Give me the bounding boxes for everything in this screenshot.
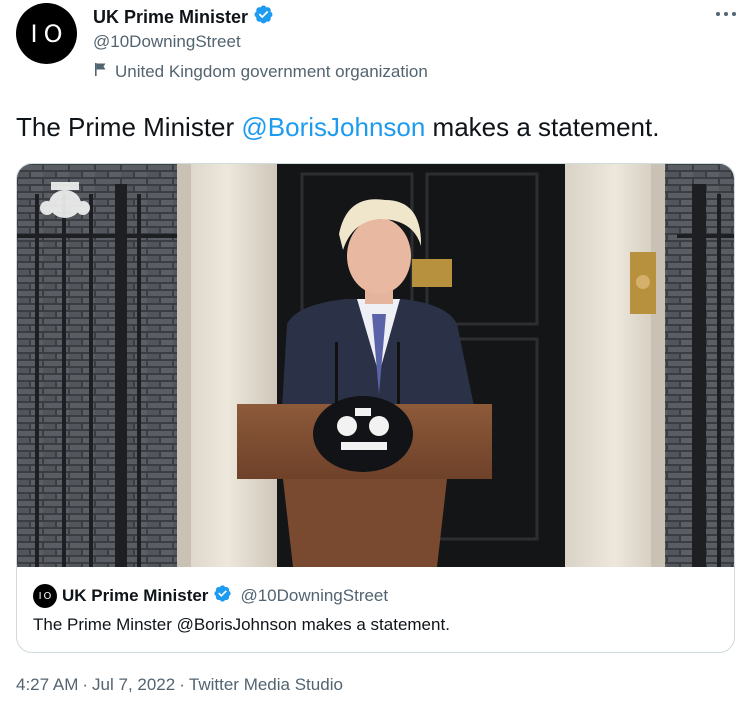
quoted-handle: @10DowningStreet <box>240 586 389 605</box>
tweet-source[interactable]: Twitter Media Studio <box>189 675 343 695</box>
tweet-time[interactable]: 4:27 AM <box>16 675 78 695</box>
avatar-logo-text: IO <box>30 19 69 48</box>
tweet-date[interactable]: Jul 7, 2022 <box>92 675 175 695</box>
quoted-author-avatar: IO <box>33 584 57 608</box>
tweet-text-after: makes a statement. <box>425 112 660 142</box>
quoted-avatar-logo-text: IO <box>38 590 54 602</box>
verified-badge-icon <box>253 4 274 30</box>
quoted-display-name: UK Prime Minister <box>62 586 209 605</box>
quoted-author-row: IO UK Prime Minister @10DowningStreet <box>33 584 388 608</box>
affiliation-label: United Kingdom government organization <box>93 61 428 82</box>
author-display-name[interactable]: UK Prime Minister <box>93 7 248 28</box>
media-card[interactable]: IO UK Prime Minister @10DowningStreet Th… <box>16 163 735 653</box>
verified-badge-icon <box>213 584 232 608</box>
flag-icon <box>93 61 109 82</box>
author-handle[interactable]: @10DowningStreet <box>93 32 241 52</box>
meta-separator: · <box>82 675 89 694</box>
affiliation-text: United Kingdom government organization <box>115 61 428 81</box>
more-options-icon[interactable] <box>712 2 740 26</box>
author-name-row: UK Prime Minister <box>93 4 274 30</box>
quoted-text: The Prime Minster @BorisJohnson makes a … <box>33 615 450 634</box>
tweet-text-before: The Prime Minister <box>16 112 242 142</box>
video-thumbnail[interactable] <box>17 164 734 567</box>
tweet-text: The Prime Minister @BorisJohnson makes a… <box>16 112 659 143</box>
author-avatar[interactable]: IO <box>16 3 77 64</box>
meta-separator: · <box>179 675 185 694</box>
mention-link[interactable]: @BorisJohnson <box>241 112 425 142</box>
tweet-metadata: 4:27 AM · Jul 7, 2022 · Twitter Media St… <box>16 675 343 695</box>
